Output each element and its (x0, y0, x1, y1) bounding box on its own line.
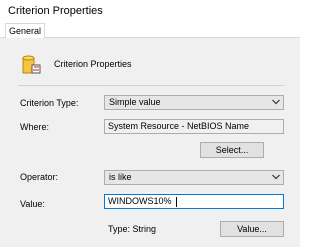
criterion-type-value: Simple value (109, 97, 161, 107)
criterion-type-label: Criterion Type: (20, 98, 79, 108)
header-title: Criterion Properties (54, 59, 132, 69)
where-label: Where: (20, 122, 50, 132)
operator-value: is like (109, 172, 132, 182)
where-field: System Resource - NetBIOS Name (104, 119, 284, 134)
operator-dropdown[interactable]: is like (104, 170, 284, 185)
chevron-down-icon (272, 99, 280, 105)
tab-general[interactable]: General (5, 23, 45, 38)
window-title: Criterion Properties (8, 5, 103, 17)
header-separator (18, 85, 284, 86)
value-input[interactable]: WINDOWS10% (104, 194, 284, 209)
text-caret (176, 197, 177, 207)
operator-label: Operator: (20, 172, 59, 182)
type-text: Type: String (108, 224, 157, 234)
chevron-down-icon (272, 174, 280, 180)
where-value: System Resource - NetBIOS Name (108, 121, 250, 131)
value-label: Value: (20, 199, 45, 209)
select-button[interactable]: Select... (200, 142, 264, 158)
tab-strip-border (0, 37, 300, 38)
value-input-text: WINDOWS10% (108, 196, 172, 206)
criterion-type-dropdown[interactable]: Simple value (104, 95, 284, 110)
criterion-icon (20, 54, 42, 76)
value-button[interactable]: Value... (220, 221, 284, 237)
